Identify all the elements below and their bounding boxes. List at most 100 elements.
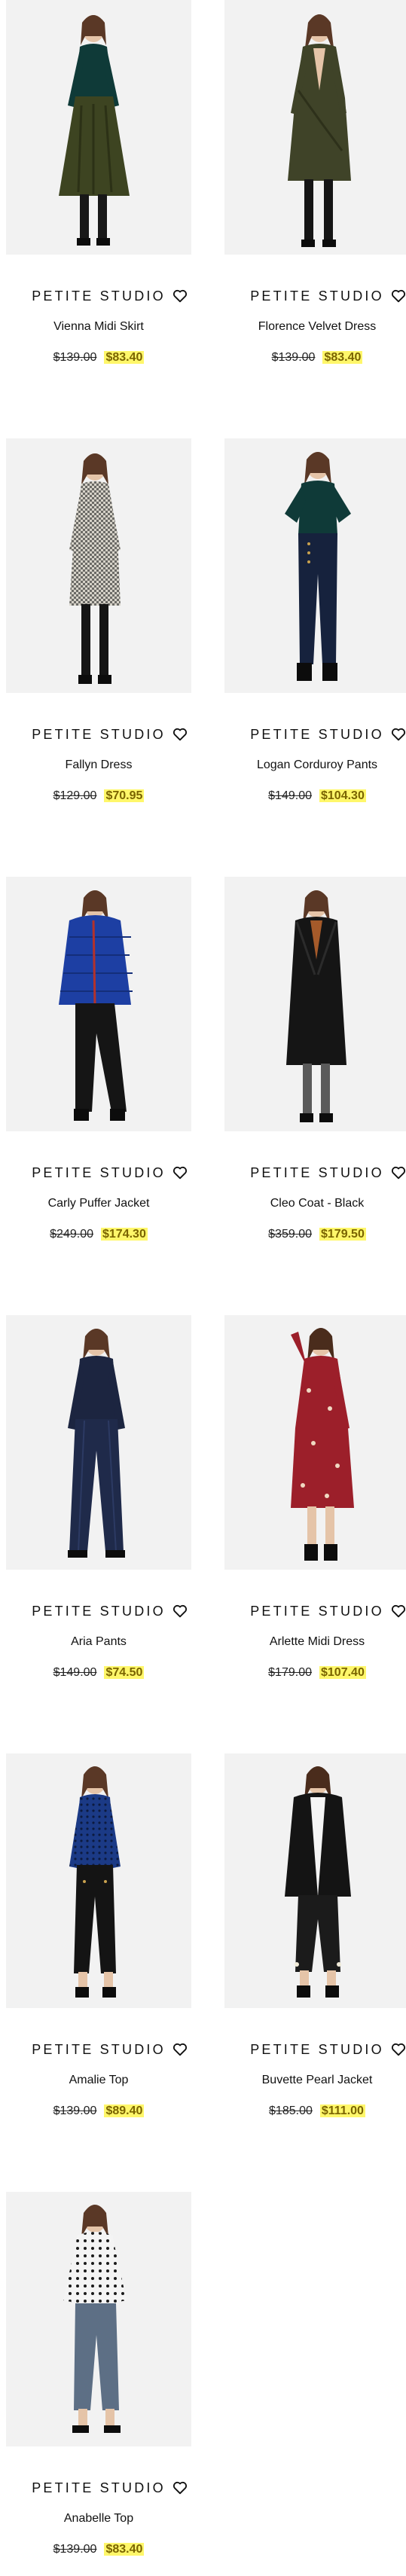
brand-row: PETITE STUDIO (6, 723, 191, 746)
model-figure (6, 1753, 191, 2008)
price-row: $359.00 $179.50 (224, 1228, 406, 1241)
original-price: $139.00 (53, 2104, 97, 2117)
product-image[interactable] (6, 1315, 191, 1570)
original-price: $149.00 (53, 1666, 97, 1679)
product-image[interactable] (6, 1753, 191, 2008)
product-card: PETITE STUDIO Florence Velvet Dress $139… (224, 0, 406, 422)
price-row: $139.00 $83.40 (224, 351, 406, 365)
heart-icon[interactable] (390, 1603, 406, 1619)
brand-name: PETITE STUDIO (32, 1164, 166, 1180)
heart-icon[interactable] (172, 1603, 188, 1619)
brand-row: PETITE STUDIO (224, 285, 406, 307)
brand-name: PETITE STUDIO (32, 288, 166, 304)
product-image[interactable] (6, 2192, 191, 2446)
product-name-link[interactable]: Logan Corduroy Pants (224, 758, 406, 772)
product-image[interactable] (224, 0, 406, 255)
brand-row: PETITE STUDIO (224, 1161, 406, 1184)
product-name-link[interactable]: Anabelle Top (6, 2512, 191, 2526)
price-row: $149.00 $104.30 (224, 789, 406, 803)
product-card: PETITE STUDIO Vienna Midi Skirt $139.00 $… (6, 0, 191, 422)
product-card: PETITE STUDIO Fallyn Dress $129.00 $70.95 (6, 438, 191, 860)
product-card: PETITE STUDIO Arlette Midi Dress $179.00… (224, 1315, 406, 1737)
price-row: $249.00 $174.30 (6, 1228, 191, 1241)
original-price: $139.00 (271, 351, 316, 364)
product-name-link[interactable]: Vienna Midi Skirt (6, 320, 191, 334)
model-figure (6, 1315, 191, 1570)
original-price: $149.00 (268, 789, 312, 802)
brand-name: PETITE STUDIO (250, 288, 384, 304)
sale-price: $104.30 (319, 789, 366, 802)
model-figure (224, 1753, 406, 2008)
brand-row: PETITE STUDIO (6, 1161, 191, 1184)
product-card: PETITE STUDIO Buvette Pearl Jacket $185.… (224, 1753, 406, 2175)
brand-name: PETITE STUDIO (32, 726, 166, 742)
brand-row: PETITE STUDIO (224, 1600, 406, 1622)
brand-row: PETITE STUDIO (224, 723, 406, 746)
sale-price: $70.95 (104, 789, 145, 802)
product-image[interactable] (6, 877, 191, 1131)
brand-name: PETITE STUDIO (250, 726, 384, 742)
sale-price: $83.40 (104, 351, 145, 364)
brand-row: PETITE STUDIO (224, 2038, 406, 2061)
heart-icon[interactable] (172, 1164, 188, 1181)
model-figure (224, 0, 406, 255)
model-figure (6, 877, 191, 1131)
brand-row: PETITE STUDIO (6, 285, 191, 307)
model-figure (6, 0, 191, 255)
brand-name: PETITE STUDIO (32, 2041, 166, 2057)
product-name-link[interactable]: Aria Pants (6, 1635, 191, 1649)
product-card: PETITE STUDIO Aria Pants $149.00 $74.50 (6, 1315, 191, 1737)
product-card: PETITE STUDIO Anabelle Top $139.00 $83.40 (6, 2192, 191, 2576)
product-name-link[interactable]: Fallyn Dress (6, 758, 191, 772)
heart-icon[interactable] (390, 1164, 406, 1181)
sale-price: $74.50 (104, 1666, 145, 1679)
product-name-link[interactable]: Buvette Pearl Jacket (224, 2074, 406, 2087)
product-name-link[interactable]: Arlette Midi Dress (224, 1635, 406, 1649)
price-row: $149.00 $74.50 (6, 1666, 191, 1680)
price-row: $139.00 $83.40 (6, 351, 191, 365)
heart-icon[interactable] (390, 2041, 406, 2058)
product-image[interactable] (224, 1315, 406, 1570)
sale-price: $111.00 (319, 2104, 365, 2117)
sale-price: $174.30 (101, 1228, 148, 1241)
price-row: $129.00 $70.95 (6, 789, 191, 803)
sale-price: $83.40 (104, 2543, 145, 2556)
heart-icon[interactable] (390, 288, 406, 304)
brand-row: PETITE STUDIO (6, 1600, 191, 1622)
product-card: PETITE STUDIO Amalie Top $139.00 $89.40 (6, 1753, 191, 2175)
sale-price: $83.40 (322, 351, 363, 364)
sale-price: $89.40 (104, 2104, 145, 2117)
product-card: PETITE STUDIO Carly Puffer Jacket $249.0… (6, 877, 191, 1299)
product-image[interactable] (224, 438, 406, 693)
price-row: $179.00 $107.40 (224, 1666, 406, 1680)
heart-icon[interactable] (172, 2480, 188, 2496)
product-image[interactable] (6, 438, 191, 693)
model-figure (6, 2192, 191, 2446)
original-price: $249.00 (50, 1228, 93, 1241)
heart-icon[interactable] (172, 2041, 188, 2058)
brand-row: PETITE STUDIO (6, 2038, 191, 2061)
product-name-link[interactable]: Carly Puffer Jacket (6, 1197, 191, 1210)
product-image[interactable] (6, 0, 191, 255)
brand-name: PETITE STUDIO (250, 2041, 384, 2057)
model-figure (224, 1315, 406, 1570)
original-price: $129.00 (53, 789, 97, 802)
model-figure (224, 438, 406, 693)
original-price: $139.00 (53, 351, 97, 364)
brand-name: PETITE STUDIO (32, 1603, 166, 1619)
sale-price: $179.50 (319, 1228, 366, 1241)
model-figure (6, 438, 191, 693)
product-image[interactable] (224, 1753, 406, 2008)
product-name-link[interactable]: Amalie Top (6, 2074, 191, 2087)
brand-row: PETITE STUDIO (6, 2477, 191, 2499)
brand-name: PETITE STUDIO (32, 2480, 166, 2495)
original-price: $179.00 (268, 1666, 312, 1679)
heart-icon[interactable] (390, 726, 406, 743)
product-name-link[interactable]: Florence Velvet Dress (224, 320, 406, 334)
price-row: $139.00 $83.40 (6, 2543, 191, 2556)
product-name-link[interactable]: Cleo Coat - Black (224, 1197, 406, 1210)
heart-icon[interactable] (172, 288, 188, 304)
heart-icon[interactable] (172, 726, 188, 743)
product-image[interactable] (224, 877, 406, 1131)
product-grid: PETITE STUDIO Vienna Midi Skirt $139.00 $… (0, 0, 406, 2576)
